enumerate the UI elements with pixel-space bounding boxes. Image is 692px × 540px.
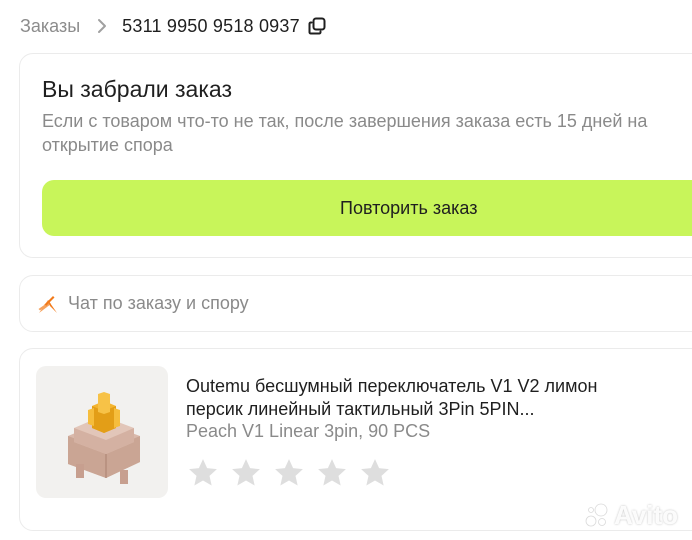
keyboard-switch-image xyxy=(68,392,140,484)
rating-stars xyxy=(186,456,401,490)
product-title[interactable]: Outemu бесшумный переключатель V1 V2 лим… xyxy=(186,375,636,421)
chat-logo-icon xyxy=(36,292,60,316)
order-page: Заказы 5311 9950 9518 0937 Вы забрали за… xyxy=(0,0,692,540)
star-icon-5[interactable] xyxy=(358,456,392,490)
order-chat-link[interactable]: Чат по заказу и спору xyxy=(19,275,692,332)
chat-label: Чат по заказу и спору xyxy=(68,293,249,313)
order-status-card: Вы забрали заказ Если с товаром что-то н… xyxy=(19,53,692,258)
copy-icon[interactable] xyxy=(308,17,326,35)
product-variant: Peach V1 Linear 3pin, 90 PCS xyxy=(186,421,431,441)
chevron-right-icon xyxy=(94,18,110,34)
breadcrumb-orders-link[interactable]: Заказы xyxy=(20,16,80,37)
star-icon-2[interactable] xyxy=(229,456,263,490)
star-icon-1[interactable] xyxy=(186,456,220,490)
star-icon-3[interactable] xyxy=(272,456,306,490)
order-number: 5311 9950 9518 0937 xyxy=(122,15,300,36)
repeat-order-button[interactable]: Повторить заказ xyxy=(42,180,692,236)
order-status-title: Вы забрали заказ xyxy=(42,76,232,102)
repeat-order-button-label: Повторить заказ xyxy=(340,198,478,218)
order-status-description: Если с товаром что-то не так, после заве… xyxy=(42,111,648,155)
product-card: Outemu бесшумный переключатель V1 V2 лим… xyxy=(19,348,692,531)
product-image[interactable] xyxy=(36,366,168,498)
star-icon-4[interactable] xyxy=(315,456,349,490)
breadcrumb: Заказы 5311 9950 9518 0937 xyxy=(20,14,326,38)
